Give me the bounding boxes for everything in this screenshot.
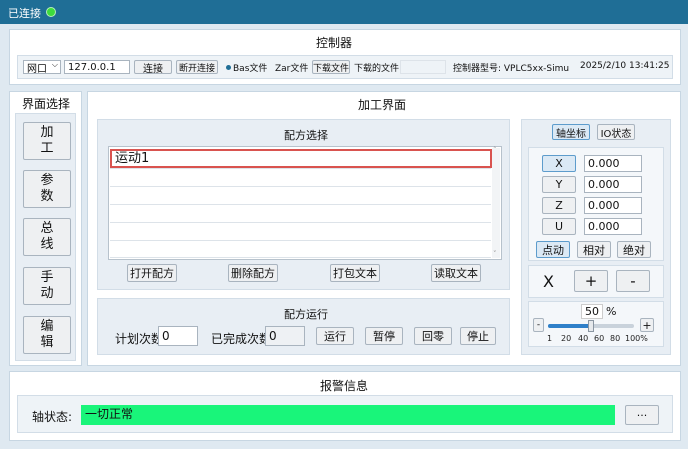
completed-count-field: 0 xyxy=(265,326,305,346)
download-file-button[interactable]: 下载文件 xyxy=(312,60,350,74)
axis-state-label: 轴状态: xyxy=(32,410,73,424)
list-item[interactable] xyxy=(110,222,491,240)
controller-model: 控制器型号: VPLC5xx-Simu xyxy=(453,64,570,74)
disconnect-button[interactable]: 断开连接 xyxy=(176,60,218,74)
run-button[interactable]: 运行 xyxy=(316,327,354,345)
completed-count-label: 已完成次数 xyxy=(211,332,272,346)
jog-minus-button[interactable]: - xyxy=(616,270,650,292)
jog-plus-button[interactable]: + xyxy=(574,270,608,292)
connection-status: 已连接 xyxy=(8,7,41,20)
speed-increase-button[interactable]: + xyxy=(640,318,654,332)
axis-x-button[interactable]: X xyxy=(542,155,576,172)
axis-u-button[interactable]: U xyxy=(542,218,576,235)
relative-mode-button[interactable]: 相对 xyxy=(577,241,611,258)
speed-slider-fill xyxy=(548,324,591,328)
axis-x-value: 0.000 xyxy=(584,155,642,172)
planned-count-label: 计划次数 xyxy=(115,332,164,346)
list-item[interactable] xyxy=(110,168,491,186)
tab-io-status[interactable]: IO状态 xyxy=(597,124,635,140)
alarm-title: 报警信息 xyxy=(320,379,369,393)
home-button[interactable]: 回零 xyxy=(414,327,452,345)
axis-z-value: 0.000 xyxy=(584,197,642,214)
speed-tick: 100% xyxy=(625,334,648,343)
speed-tick: 40 xyxy=(578,334,589,343)
axis-u-value: 0.000 xyxy=(584,218,642,235)
nav-item-params[interactable]: 参数 xyxy=(23,170,71,208)
speed-unit: % xyxy=(606,305,617,318)
axis-state-value: 一切正常 xyxy=(81,405,615,425)
chevron-down-icon: ⌵ xyxy=(51,60,58,69)
zar-file-radio-label[interactable]: Zar文件 xyxy=(275,61,308,74)
tab-axis-coords[interactable]: 轴坐标 xyxy=(552,124,590,140)
speed-tick: 1 xyxy=(547,334,553,343)
connect-button[interactable]: 连接 xyxy=(134,60,172,75)
list-item[interactable]: 运动1 xyxy=(110,149,492,168)
bas-file-radio-icon[interactable] xyxy=(226,65,231,70)
connected-indicator-icon xyxy=(46,7,56,17)
scroll-up-icon[interactable]: ˄ xyxy=(493,146,497,154)
nav-item-bus[interactable]: 总线 xyxy=(23,218,71,256)
absolute-mode-button[interactable]: 绝对 xyxy=(617,241,651,258)
speed-tick: 80 xyxy=(610,334,621,343)
list-item[interactable] xyxy=(110,240,491,258)
alarm-more-button[interactable]: ··· xyxy=(625,405,659,425)
read-text-button[interactable]: 读取文本 xyxy=(431,264,481,282)
scroll-down-icon[interactable]: ˅ xyxy=(493,250,497,258)
delete-recipe-button[interactable]: 删除配方 xyxy=(228,264,278,282)
axis-y-button[interactable]: Y xyxy=(542,176,576,193)
speed-decrease-button[interactable]: - xyxy=(533,318,544,332)
stop-button[interactable]: 停止 xyxy=(460,327,496,345)
pause-button[interactable]: 暂停 xyxy=(365,327,403,345)
recipe-select-title: 配方选择 xyxy=(284,129,328,142)
speed-slider[interactable] xyxy=(548,320,634,332)
speed-slider-thumb[interactable] xyxy=(588,320,594,332)
axis-y-value: 0.000 xyxy=(584,176,642,193)
nav-item-edit[interactable]: 编辑 xyxy=(23,316,71,354)
recipe-run-title: 配方运行 xyxy=(284,308,328,321)
recipe-list-scrollbar[interactable]: ˄ ˅ xyxy=(492,146,500,258)
list-item[interactable] xyxy=(110,186,491,204)
bas-file-radio-label[interactable]: Bas文件 xyxy=(233,61,267,74)
downloaded-file-label: 下载的文件: xyxy=(354,64,403,74)
title-bar: 已连接 xyxy=(0,0,688,24)
nav-item-manual[interactable]: 手动 xyxy=(23,267,71,305)
downloaded-file-field xyxy=(400,60,446,74)
nav-item-process[interactable]: 加工 xyxy=(23,122,71,160)
main-title: 加工界面 xyxy=(358,98,407,112)
jog-mode-button[interactable]: 点动 xyxy=(536,241,570,258)
ip-address-input[interactable]: 127.0.0.1 xyxy=(64,60,130,74)
pack-text-button[interactable]: 打包文本 xyxy=(330,264,380,282)
speed-value-input[interactable]: 50 xyxy=(581,304,603,319)
current-datetime: 2025/2/10 13:41:25 xyxy=(580,61,670,71)
connection-mode-select[interactable]: 网口 ⌵ xyxy=(23,60,61,74)
planned-count-input[interactable]: 0 xyxy=(158,326,198,346)
open-recipe-button[interactable]: 打开配方 xyxy=(127,264,177,282)
controller-title: 控制器 xyxy=(316,36,353,50)
selected-axis-label: X xyxy=(543,272,554,291)
speed-tick: 20 xyxy=(561,334,572,343)
list-item[interactable] xyxy=(110,204,491,222)
axis-z-button[interactable]: Z xyxy=(542,197,576,214)
speed-tick: 60 xyxy=(594,334,605,343)
nav-title: 界面选择 xyxy=(22,97,71,111)
